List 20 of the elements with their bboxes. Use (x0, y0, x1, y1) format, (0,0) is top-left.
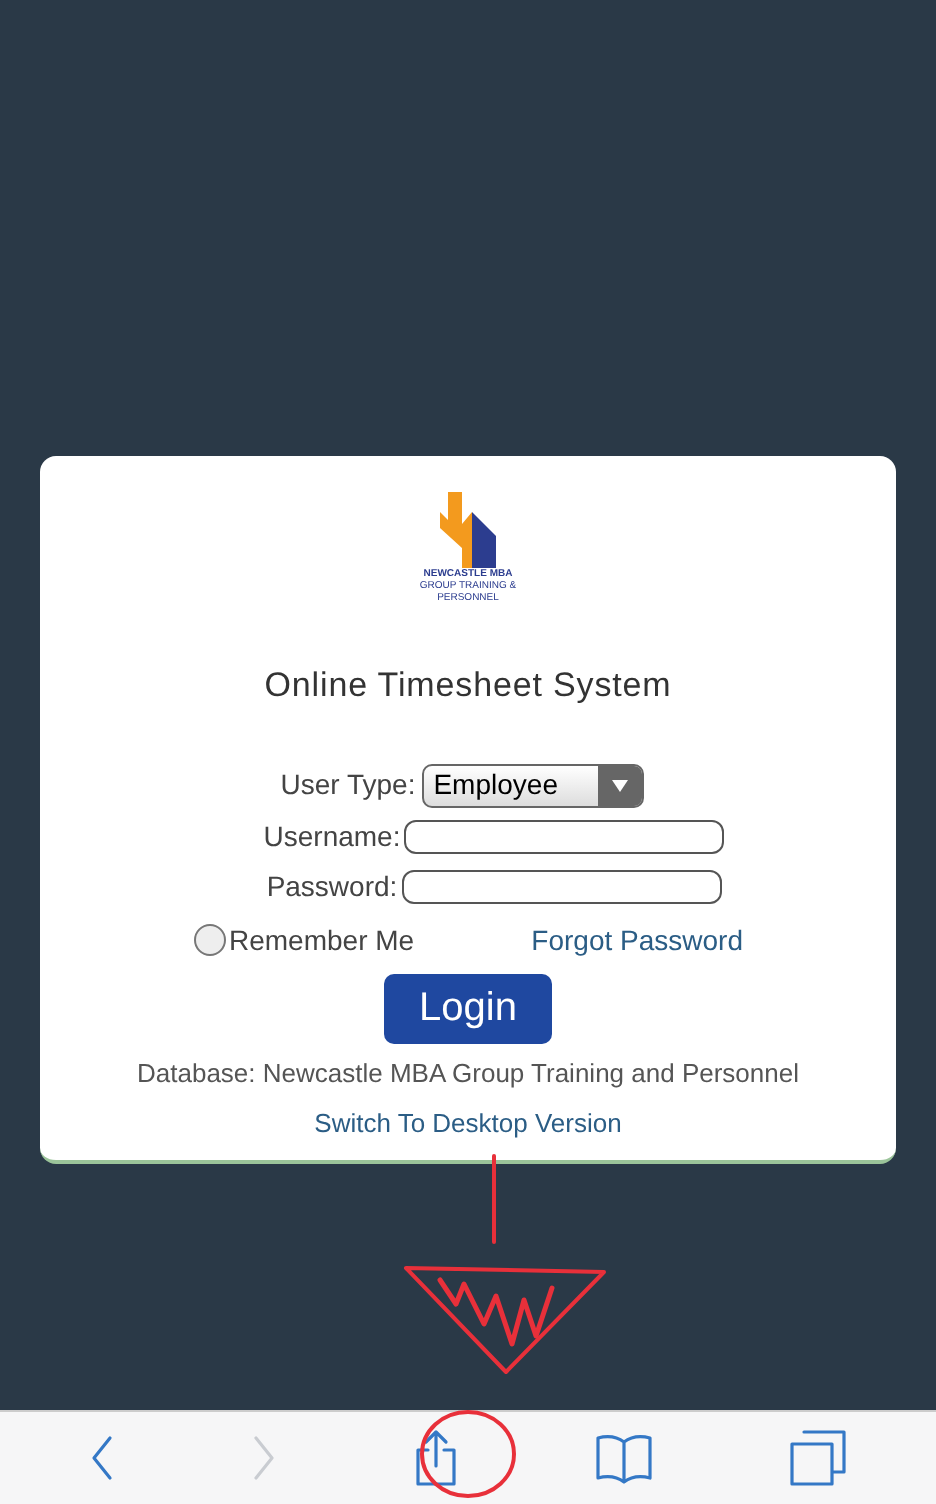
username-field[interactable] (404, 819, 725, 853)
field-label: User Type: (280, 766, 416, 804)
user-type-select[interactable]: Employee (421, 763, 644, 807)
tabs-icon[interactable] (788, 1428, 849, 1488)
remember-checkbox[interactable] (193, 924, 225, 956)
checkbox-label: Remember Me (229, 921, 415, 959)
database-text: Database: Newcastle MBA Group Training and Personnel (137, 1055, 799, 1092)
caret-icon (611, 779, 628, 791)
password-field[interactable] (401, 869, 722, 903)
back-icon[interactable] (87, 1434, 116, 1482)
circle-annotation (420, 1410, 516, 1498)
page-title: Online Timesheet System (264, 664, 672, 708)
share-icon[interactable] (413, 1428, 458, 1488)
field-label: Username: (263, 817, 401, 855)
book-icon[interactable] (593, 1432, 654, 1484)
annotation-line (492, 1154, 496, 1244)
forgot-password-link[interactable]: Forgot Password (531, 919, 743, 961)
desktop-version-link[interactable]: Switch To Desktop Version (314, 1104, 622, 1143)
login-button[interactable]: Login (384, 973, 552, 1043)
field-label: Password: (266, 867, 398, 905)
